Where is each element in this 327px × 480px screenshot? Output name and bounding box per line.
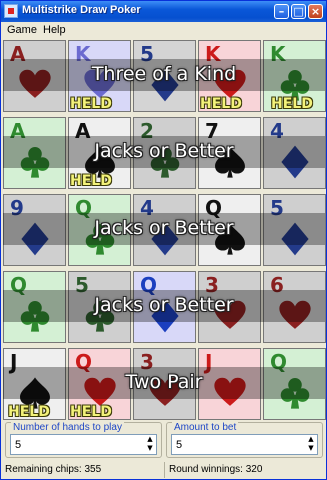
hand-result: Jacks or Better: [94, 140, 234, 162]
hands-label: Number of hands to play: [11, 422, 124, 434]
hands-input[interactable]: [11, 435, 143, 454]
menu-bar: Game Help: [1, 22, 326, 38]
maximize-button[interactable]: □: [291, 4, 306, 19]
held-label: HELD: [70, 96, 112, 112]
bet-down-icon[interactable]: ▼: [305, 444, 317, 453]
title-bar[interactable]: Multistrike Draw Poker – □ ×: [1, 1, 326, 22]
held-label: HELD: [8, 404, 50, 420]
round-winnings: Round winnings: 320: [169, 464, 263, 475]
menu-help[interactable]: Help: [43, 24, 66, 36]
held-label: HELD: [70, 404, 112, 420]
bet-input[interactable]: [172, 435, 304, 454]
bet-group: Amount to bet ▲ ▼: [166, 422, 323, 458]
controls-panel: Number of hands to play ▲ ▼ Amount to be…: [3, 421, 325, 459]
bet-label: Amount to bet: [172, 422, 239, 434]
hand-result: Two Pair: [125, 371, 203, 393]
hand-result: Jacks or Better: [94, 217, 234, 239]
poker-board: A K 5 K K Three of a Kind HELD HELD HELD A A 2 7 4 Jac…: [3, 39, 326, 421]
app-window: Multistrike Draw Poker – □ × Game Help A…: [0, 0, 327, 480]
hands-up-icon[interactable]: ▲: [144, 435, 156, 444]
bet-stepper[interactable]: ▲ ▼: [171, 434, 318, 455]
held-label: HELD: [271, 96, 313, 112]
hands-down-icon[interactable]: ▼: [144, 444, 156, 453]
hand-row: Q 5 Q 3 6 Jacks or Better: [3, 270, 326, 344]
status-divider: [164, 462, 165, 478]
hands-stepper[interactable]: ▲ ▼: [10, 434, 157, 455]
menu-game[interactable]: Game: [7, 24, 37, 36]
app-icon: [4, 4, 18, 18]
hand-row: A A 2 7 4 Jacks or Better HELD: [3, 116, 326, 190]
remaining-chips: Remaining chips: 355: [5, 464, 102, 475]
close-button[interactable]: ×: [308, 4, 323, 19]
window-title: Multistrike Draw Poker: [22, 4, 141, 16]
hand-row: J Q 3 J Q Two Pair HELD HELD: [3, 347, 326, 421]
status-bar: Remaining chips: 355 Round winnings: 320: [1, 460, 326, 480]
hand-result: Jacks or Better: [94, 294, 234, 316]
minimize-button[interactable]: –: [274, 4, 289, 19]
hand-result: Three of a Kind: [91, 63, 237, 85]
held-label: HELD: [200, 96, 242, 112]
held-label: HELD: [70, 173, 112, 189]
hand-row: A K 5 K K Three of a Kind HELD HELD HELD: [3, 39, 326, 113]
hand-row: 9 Q 4 Q 5 Jacks or Better: [3, 193, 326, 267]
hands-group: Number of hands to play ▲ ▼: [5, 422, 162, 458]
bet-up-icon[interactable]: ▲: [305, 435, 317, 444]
